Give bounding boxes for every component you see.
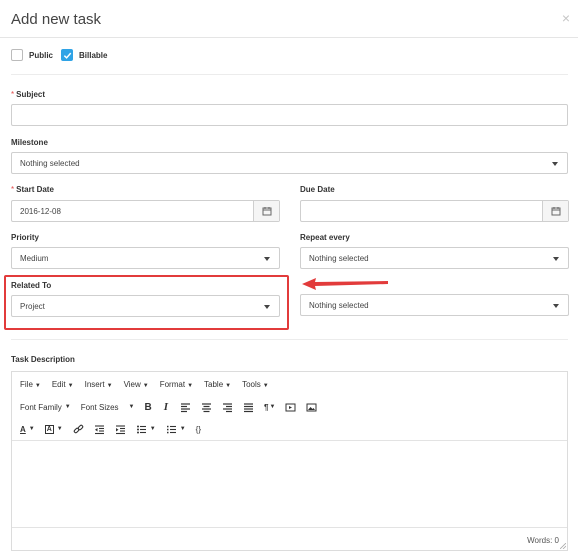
indent-icon[interactable]	[115, 424, 126, 435]
chevron-down-icon	[264, 257, 270, 261]
rich-text-editor: File ▼ Edit ▼ Insert ▼ View ▼ Format ▼ Table ▼…	[11, 371, 568, 551]
arrow-annotation	[302, 278, 388, 290]
divider	[11, 339, 568, 340]
visibility-options: Public Billable	[11, 48, 115, 62]
background-color-icon[interactable]: A ▼	[44, 424, 63, 434]
modal-header: Add new task ×	[0, 0, 578, 38]
resize-handle-icon[interactable]	[560, 543, 566, 549]
description-textarea[interactable]	[12, 441, 567, 527]
menu-edit[interactable]: Edit ▼	[52, 380, 74, 389]
variables-icon[interactable]: {}	[196, 425, 201, 434]
start-date-input[interactable]: 2016-12-08	[11, 200, 280, 222]
highlight-box	[4, 275, 289, 330]
editor-toolbar-1: Font Family ▼ Font Sizes ▼ B I ¶ ▼	[12, 396, 327, 418]
milestone-select[interactable]: Nothing selected	[11, 152, 568, 174]
divider	[11, 74, 568, 75]
task-description-label: Task Description	[11, 355, 75, 364]
calendar-icon[interactable]	[542, 201, 568, 221]
chevron-down-icon	[553, 257, 559, 261]
menu-table[interactable]: Table ▼	[204, 380, 231, 389]
align-center-icon[interactable]	[201, 402, 212, 413]
public-label: Public	[29, 50, 54, 60]
menu-format[interactable]: Format ▼	[160, 380, 193, 389]
menu-tools[interactable]: Tools ▼	[242, 380, 269, 389]
menu-insert[interactable]: Insert ▼	[85, 380, 113, 389]
bullet-list-icon[interactable]: ▼	[136, 424, 156, 435]
start-date-label: * Start Date	[11, 185, 54, 194]
chevron-down-icon	[553, 304, 559, 308]
subject-input[interactable]	[11, 104, 568, 126]
image-icon[interactable]	[306, 402, 317, 413]
align-justify-icon[interactable]	[243, 402, 254, 413]
chevron-down-icon	[552, 162, 558, 166]
editor-toolbar-2: A ▼ A ▼ ▼ ▼ {}	[12, 418, 211, 440]
modal-title: Add new task	[11, 11, 102, 28]
align-left-icon[interactable]	[180, 402, 191, 413]
menu-file[interactable]: File ▼	[20, 380, 41, 389]
related-item-select[interactable]: Nothing selected	[300, 294, 569, 316]
numbered-list-icon[interactable]: ▼	[166, 424, 186, 435]
editor-statusbar: Words: 0	[12, 527, 567, 550]
word-count: Words: 0	[527, 536, 559, 545]
priority-select[interactable]: Medium	[11, 247, 280, 269]
priority-label: Priority	[11, 233, 40, 242]
due-date-label: Due Date	[300, 185, 335, 194]
italic-button[interactable]: I	[164, 401, 168, 413]
outdent-icon[interactable]	[94, 424, 105, 435]
public-checkbox[interactable]	[11, 49, 23, 61]
align-right-icon[interactable]	[222, 402, 233, 413]
link-icon[interactable]	[73, 424, 84, 435]
menu-view[interactable]: View ▼	[124, 380, 149, 389]
repeat-label: Repeat every	[300, 233, 350, 242]
font-size-select[interactable]: Font Sizes ▼	[81, 403, 135, 412]
close-icon[interactable]: ×	[562, 10, 570, 26]
repeat-select[interactable]: Nothing selected	[300, 247, 569, 269]
billable-label: Billable	[79, 50, 108, 60]
calendar-icon[interactable]	[253, 201, 279, 221]
required-mark: *	[11, 90, 15, 99]
subject-label: * Subject	[11, 90, 46, 99]
milestone-label: Milestone	[11, 138, 48, 147]
bold-button[interactable]: B	[145, 402, 152, 413]
media-icon[interactable]	[285, 402, 296, 413]
paragraph-icon[interactable]: ¶ ▼	[264, 403, 275, 412]
check-icon	[63, 52, 71, 59]
editor-menubar: File ▼ Edit ▼ Insert ▼ View ▼ Format ▼ Table ▼…	[12, 373, 280, 395]
billable-checkbox[interactable]	[61, 49, 74, 61]
text-color-icon[interactable]: A ▼	[20, 425, 35, 434]
due-date-input[interactable]	[300, 200, 569, 222]
font-family-select[interactable]: Font Family ▼	[20, 403, 71, 412]
